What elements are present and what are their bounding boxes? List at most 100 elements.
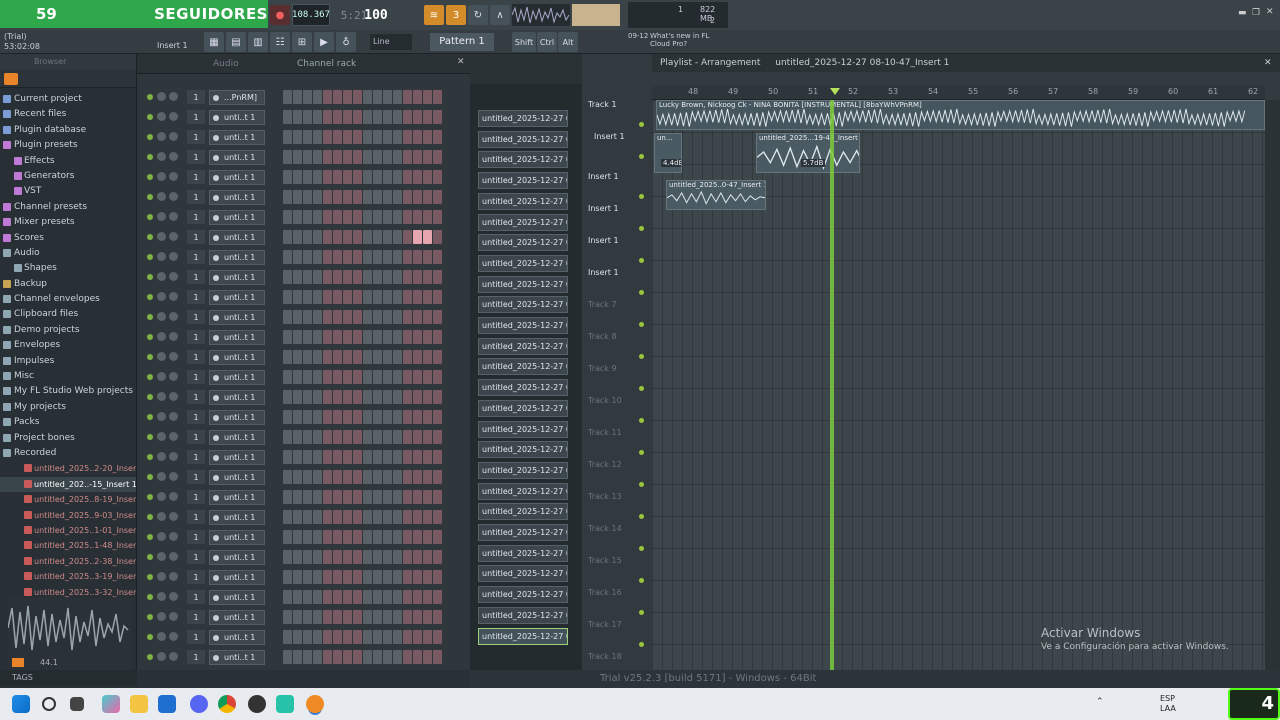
step-button[interactable] (323, 230, 332, 244)
step-button[interactable] (303, 370, 312, 384)
step-button[interactable] (323, 370, 332, 384)
mic-icon[interactable]: ♁ (336, 32, 356, 52)
channel-name-button[interactable]: unti..t 1 (209, 630, 265, 645)
step-button[interactable] (333, 290, 342, 304)
mute-led[interactable] (147, 634, 153, 640)
step-button[interactable] (373, 270, 382, 284)
step-button[interactable] (433, 410, 442, 424)
step-button[interactable] (343, 490, 352, 504)
channel-row[interactable]: 1 unti..t 1 (137, 508, 470, 526)
step-button[interactable] (363, 370, 372, 384)
step-button[interactable] (383, 90, 392, 104)
step-button[interactable] (283, 590, 292, 604)
step-button[interactable] (353, 410, 362, 424)
pattern-item[interactable]: untitled_2025-12-27 07-... (478, 151, 568, 169)
browser-item[interactable]: Clipboard files (0, 307, 136, 322)
step-button[interactable] (413, 590, 422, 604)
arrangement-grid[interactable]: Lucky Brown, Nickoog Ck - NIÑA BONITA [I… (652, 100, 1265, 670)
step-button[interactable] (293, 370, 302, 384)
track-header[interactable]: Track 10 (584, 396, 648, 423)
windows-start-icon[interactable] (12, 695, 30, 713)
pattern-item[interactable]: untitled_2025-12-27 08-... (478, 606, 568, 624)
step-button[interactable] (283, 130, 292, 144)
track-enable-led[interactable] (639, 578, 644, 583)
step-button[interactable] (393, 370, 402, 384)
channel-row[interactable]: 1 unti..t 1 (137, 208, 470, 226)
step-button[interactable] (283, 230, 292, 244)
step-button[interactable] (433, 630, 442, 644)
step-button[interactable] (283, 650, 292, 664)
step-button[interactable] (333, 210, 342, 224)
mixer-track-number[interactable]: 1 (187, 250, 205, 264)
step-button[interactable] (293, 270, 302, 284)
step-button[interactable] (283, 330, 292, 344)
step-button[interactable] (373, 510, 382, 524)
tempo-display[interactable]: 108.367 (292, 4, 330, 26)
step-button[interactable] (403, 490, 412, 504)
step-button[interactable] (323, 590, 332, 604)
step-button[interactable] (303, 90, 312, 104)
mute-led[interactable] (147, 394, 153, 400)
step-button[interactable] (313, 130, 322, 144)
channel-name-button[interactable]: ...PnRM] (209, 90, 265, 105)
step-button[interactable] (283, 630, 292, 644)
step-button[interactable] (293, 590, 302, 604)
track-header[interactable]: Insert 1 (584, 236, 648, 263)
mixer-track-number[interactable]: 1 (187, 530, 205, 544)
step-button[interactable] (433, 290, 442, 304)
step-button[interactable] (423, 250, 432, 264)
step-button[interactable] (313, 630, 322, 644)
channel-row[interactable]: 1 unti..t 1 (137, 148, 470, 166)
step-button[interactable] (283, 430, 292, 444)
step-button[interactable] (343, 450, 352, 464)
step-button[interactable] (333, 190, 342, 204)
step-button[interactable] (343, 310, 352, 324)
step-button[interactable] (343, 90, 352, 104)
browser-item[interactable]: Project bones (0, 431, 136, 446)
step-button[interactable] (353, 570, 362, 584)
step-button[interactable] (343, 510, 352, 524)
step-button[interactable] (383, 510, 392, 524)
step-button[interactable] (433, 570, 442, 584)
step-button[interactable] (343, 570, 352, 584)
step-button[interactable] (393, 510, 402, 524)
pan-knob[interactable] (157, 112, 166, 121)
step-button[interactable] (423, 350, 432, 364)
step-button[interactable] (403, 130, 412, 144)
browser-item[interactable]: untitled_2025..9-03_Insert 1 (0, 508, 136, 523)
pan-knob[interactable] (157, 592, 166, 601)
mute-led[interactable] (147, 174, 153, 180)
step-button[interactable] (353, 630, 362, 644)
step-button[interactable] (413, 430, 422, 444)
step-button[interactable] (373, 470, 382, 484)
mute-led[interactable] (147, 314, 153, 320)
step-button[interactable] (313, 270, 322, 284)
channel-name-button[interactable]: unti..t 1 (209, 610, 265, 625)
step-button[interactable] (363, 570, 372, 584)
pattern-item[interactable]: untitled_2025-12-27 07-... (478, 358, 568, 376)
track-header[interactable]: Track 9 (584, 364, 648, 391)
channel-name-button[interactable]: unti..t 1 (209, 410, 265, 425)
mixer-track-number[interactable]: 1 (187, 110, 205, 124)
step-button[interactable] (293, 190, 302, 204)
step-button[interactable] (373, 130, 382, 144)
step-button[interactable] (303, 290, 312, 304)
step-button[interactable] (363, 590, 372, 604)
mixer-track-number[interactable]: 1 (187, 570, 205, 584)
step-button[interactable] (393, 450, 402, 464)
step-button[interactable] (323, 350, 332, 364)
pattern-item[interactable]: untitled_2025-12-27 08-... (478, 565, 568, 583)
step-button[interactable] (393, 490, 402, 504)
step-button[interactable] (373, 190, 382, 204)
channel-row[interactable]: 1 unti..t 1 (137, 188, 470, 206)
mute-led[interactable] (147, 454, 153, 460)
step-button[interactable] (303, 430, 312, 444)
step-button[interactable] (363, 510, 372, 524)
step-button[interactable] (413, 390, 422, 404)
channel-name-button[interactable]: unti..t 1 (209, 210, 265, 225)
track-header[interactable]: Track 12 (584, 460, 648, 487)
step-button[interactable] (413, 450, 422, 464)
step-button[interactable] (423, 130, 432, 144)
step-button[interactable] (393, 270, 402, 284)
step-button[interactable] (343, 350, 352, 364)
